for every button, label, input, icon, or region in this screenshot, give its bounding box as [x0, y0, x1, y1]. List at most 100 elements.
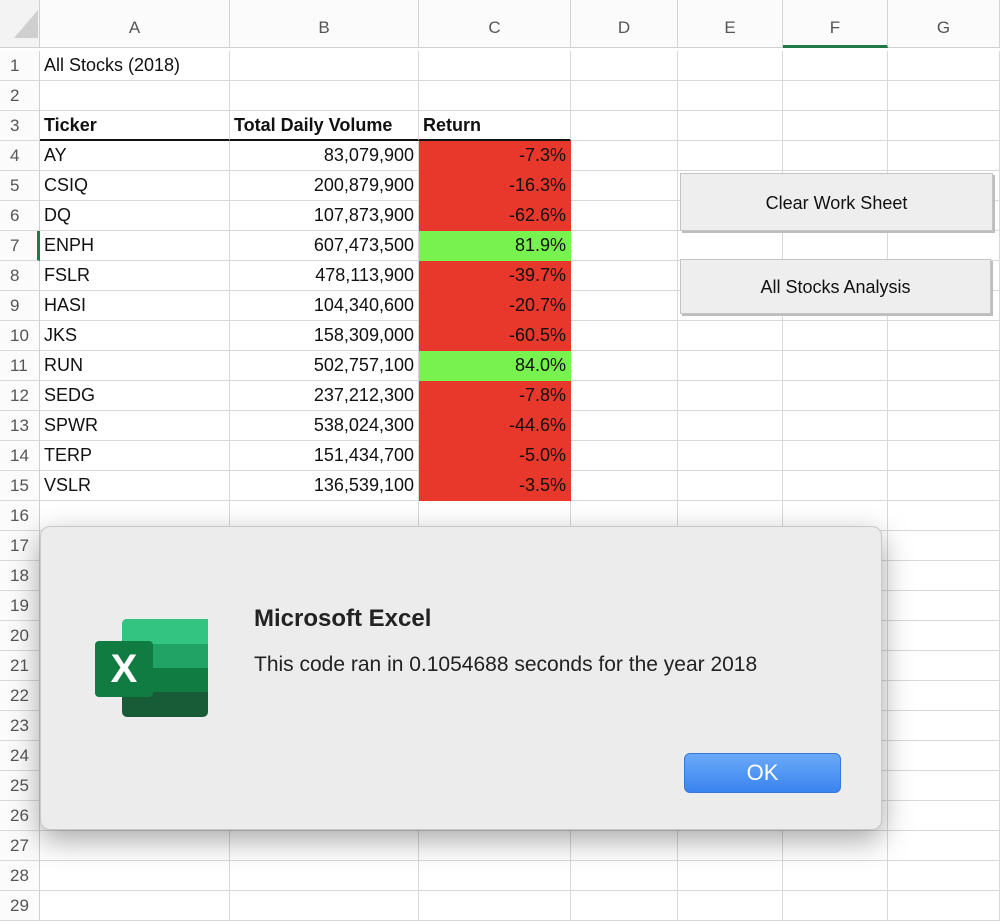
cell[interactable] [888, 231, 1000, 261]
cell[interactable] [40, 831, 230, 861]
column-header-b[interactable]: B [230, 0, 419, 48]
cell[interactable] [888, 441, 1000, 471]
cell[interactable] [678, 321, 783, 351]
cell[interactable] [419, 831, 571, 861]
cell[interactable] [678, 861, 783, 891]
cell[interactable] [571, 51, 678, 81]
cell[interactable] [678, 471, 783, 501]
row-header-14[interactable]: 14 [0, 441, 40, 471]
ticker-cell[interactable]: TERP [40, 441, 230, 471]
ticker-cell[interactable]: VSLR [40, 471, 230, 501]
cell[interactable] [571, 891, 678, 921]
cell[interactable] [678, 231, 783, 261]
cell[interactable] [230, 831, 419, 861]
row-header-5[interactable]: 5 [0, 171, 40, 201]
column-header-f[interactable]: F [783, 0, 888, 48]
ticker-cell[interactable]: SEDG [40, 381, 230, 411]
cell[interactable] [888, 141, 1000, 171]
ticker-cell[interactable]: AY [40, 141, 230, 171]
cell[interactable] [571, 471, 678, 501]
row-header-29[interactable]: 29 [0, 891, 40, 921]
row-header-13[interactable]: 13 [0, 411, 40, 441]
volume-cell[interactable]: 538,024,300 [230, 411, 419, 441]
cell[interactable] [888, 561, 1000, 591]
cell[interactable] [571, 831, 678, 861]
cell[interactable] [888, 591, 1000, 621]
header-total-daily-volume[interactable]: Total Daily Volume [230, 111, 419, 141]
cell[interactable] [783, 351, 888, 381]
cell[interactable] [678, 411, 783, 441]
cell[interactable] [783, 321, 888, 351]
cell[interactable] [783, 831, 888, 861]
clear-work-sheet-button[interactable]: Clear Work Sheet [680, 173, 993, 231]
row-header-8[interactable]: 8 [0, 261, 40, 291]
cell[interactable] [888, 51, 1000, 81]
column-header-e[interactable]: E [678, 0, 783, 48]
cell[interactable] [678, 141, 783, 171]
cell[interactable] [419, 891, 571, 921]
select-all-corner[interactable] [0, 0, 40, 48]
cell[interactable] [888, 321, 1000, 351]
row-header-27[interactable]: 27 [0, 831, 40, 861]
volume-cell[interactable]: 237,212,300 [230, 381, 419, 411]
row-header-10[interactable]: 10 [0, 321, 40, 351]
cell[interactable] [783, 231, 888, 261]
cell[interactable] [888, 81, 1000, 111]
cell[interactable] [571, 381, 678, 411]
cell[interactable] [888, 621, 1000, 651]
volume-cell[interactable]: 136,539,100 [230, 471, 419, 501]
cell[interactable] [888, 531, 1000, 561]
volume-cell[interactable]: 502,757,100 [230, 351, 419, 381]
row-header-7[interactable]: 7 [0, 231, 40, 261]
row-header-2[interactable]: 2 [0, 81, 40, 111]
row-header-25[interactable]: 25 [0, 771, 40, 801]
cell[interactable] [40, 861, 230, 891]
header-ticker[interactable]: Ticker [40, 111, 230, 141]
ticker-cell[interactable]: CSIQ [40, 171, 230, 201]
cell[interactable] [571, 411, 678, 441]
cell[interactable] [888, 111, 1000, 141]
cell[interactable] [888, 501, 1000, 531]
cell[interactable] [888, 891, 1000, 921]
cell[interactable] [783, 81, 888, 111]
cell[interactable] [888, 681, 1000, 711]
cell[interactable] [783, 861, 888, 891]
cell[interactable] [783, 141, 888, 171]
volume-cell[interactable]: 107,873,900 [230, 201, 419, 231]
cell[interactable] [419, 81, 571, 111]
cell[interactable] [783, 891, 888, 921]
cell[interactable] [571, 261, 678, 291]
return-cell[interactable]: -39.7% [419, 261, 571, 291]
volume-cell[interactable]: 607,473,500 [230, 231, 419, 261]
cell[interactable] [783, 51, 888, 81]
volume-cell[interactable]: 158,309,000 [230, 321, 419, 351]
cell[interactable] [678, 351, 783, 381]
volume-cell[interactable]: 478,113,900 [230, 261, 419, 291]
cell[interactable] [888, 741, 1000, 771]
cell[interactable] [40, 81, 230, 111]
column-header-d[interactable]: D [571, 0, 678, 48]
cell[interactable] [571, 291, 678, 321]
ticker-cell[interactable]: DQ [40, 201, 230, 231]
volume-cell[interactable]: 151,434,700 [230, 441, 419, 471]
cell[interactable] [40, 891, 230, 921]
cell[interactable] [571, 111, 678, 141]
cell[interactable] [888, 771, 1000, 801]
return-cell[interactable]: -7.3% [419, 141, 571, 171]
row-header-3[interactable]: 3 [0, 111, 40, 141]
header-return[interactable]: Return [419, 111, 571, 141]
row-header-24[interactable]: 24 [0, 741, 40, 771]
return-cell[interactable]: -3.5% [419, 471, 571, 501]
cell[interactable] [230, 51, 419, 81]
cell[interactable] [230, 861, 419, 891]
row-header-11[interactable]: 11 [0, 351, 40, 381]
ticker-cell[interactable]: ENPH [40, 231, 230, 261]
row-header-16[interactable]: 16 [0, 501, 40, 531]
ticker-cell[interactable]: SPWR [40, 411, 230, 441]
ticker-cell[interactable]: HASI [40, 291, 230, 321]
cell[interactable] [888, 711, 1000, 741]
ok-button[interactable]: OK [684, 753, 841, 793]
cell[interactable] [678, 111, 783, 141]
cell[interactable] [571, 861, 678, 891]
row-header-6[interactable]: 6 [0, 201, 40, 231]
